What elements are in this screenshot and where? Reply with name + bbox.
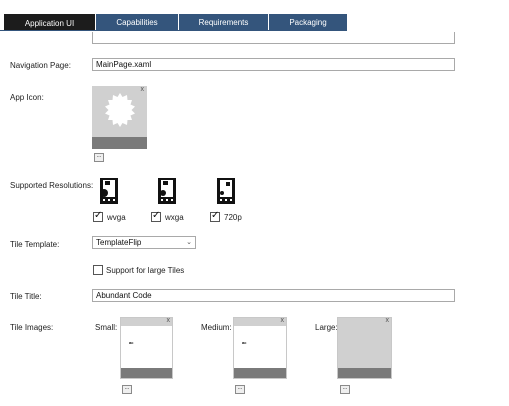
chevron-down-icon: ⌄ bbox=[186, 239, 192, 246]
small-tile-logo: ac bbox=[129, 340, 134, 345]
medium-tile-browse-button[interactable]: ... bbox=[235, 385, 245, 394]
tile-images-label: Tile Images: bbox=[10, 323, 54, 332]
tab-packaging[interactable]: Packaging bbox=[269, 14, 347, 31]
partial-display-name-field[interactable] bbox=[92, 32, 455, 44]
app-icon-label: App Icon: bbox=[10, 93, 44, 102]
tile-title-label: Tile Title: bbox=[10, 292, 42, 301]
tile-title-field[interactable]: Abundant Code bbox=[92, 289, 455, 302]
medium-tile-header bbox=[234, 318, 286, 326]
checkbox-wxga[interactable] bbox=[151, 210, 161, 222]
large-tile-footer bbox=[338, 368, 391, 378]
badge-icon bbox=[105, 93, 135, 127]
phone-720p-icon bbox=[217, 178, 235, 204]
tile-template-select[interactable]: TemplateFlip ⌄ bbox=[92, 236, 196, 249]
close-icon[interactable]: x bbox=[281, 317, 285, 324]
app-icon-browse-button[interactable]: ... bbox=[94, 153, 104, 162]
checkbox-wvga[interactable] bbox=[93, 210, 103, 222]
checkbox-large-tiles[interactable] bbox=[93, 265, 103, 275]
large-tile-label: Large: bbox=[315, 323, 338, 332]
large-tile-preview: x bbox=[337, 317, 392, 379]
small-tile-preview: x ac bbox=[120, 317, 173, 379]
tab-capabilities[interactable]: Capabilities bbox=[96, 14, 178, 31]
checkbox-wxga-label: wxga bbox=[165, 213, 184, 222]
large-tile-browse-button[interactable]: ... bbox=[340, 385, 350, 394]
tab-underline bbox=[0, 30, 346, 31]
close-icon[interactable]: x bbox=[167, 317, 171, 324]
small-tile-footer bbox=[121, 368, 172, 378]
close-icon[interactable]: x bbox=[141, 86, 145, 93]
tab-strip: Application UI Capabilities Requirements… bbox=[0, 14, 509, 31]
close-icon[interactable]: x bbox=[386, 317, 390, 324]
navigation-page-label: Navigation Page: bbox=[10, 61, 71, 70]
small-tile-label: Small: bbox=[95, 323, 118, 332]
checkbox-720p[interactable] bbox=[210, 210, 220, 222]
tile-template-label: Tile Template: bbox=[10, 240, 60, 249]
small-tile-header bbox=[121, 318, 172, 326]
tile-template-value: TemplateFlip bbox=[96, 238, 142, 247]
small-tile-browse-button[interactable]: ... bbox=[122, 385, 132, 394]
medium-tile-logo: ac bbox=[242, 340, 247, 345]
navigation-page-field[interactable]: MainPage.xaml bbox=[92, 58, 455, 71]
checkbox-large-tiles-label: Support for large Tiles bbox=[106, 266, 185, 275]
medium-tile-footer bbox=[234, 368, 286, 378]
large-tile-background bbox=[338, 318, 391, 368]
tab-requirements[interactable]: Requirements bbox=[179, 14, 268, 31]
tab-application-ui[interactable]: Application UI bbox=[4, 14, 95, 31]
phone-wvga-icon bbox=[100, 178, 118, 204]
app-icon-footer bbox=[92, 137, 147, 149]
supported-resolutions-label: Supported Resolutions: bbox=[10, 181, 94, 190]
checkbox-wvga-label: wvga bbox=[107, 213, 126, 222]
checkbox-720p-label: 720p bbox=[224, 213, 242, 222]
medium-tile-label: Medium: bbox=[201, 323, 232, 332]
medium-tile-preview: x ac bbox=[233, 317, 287, 379]
app-icon-preview: x bbox=[92, 86, 147, 149]
phone-wxga-icon bbox=[158, 178, 176, 204]
